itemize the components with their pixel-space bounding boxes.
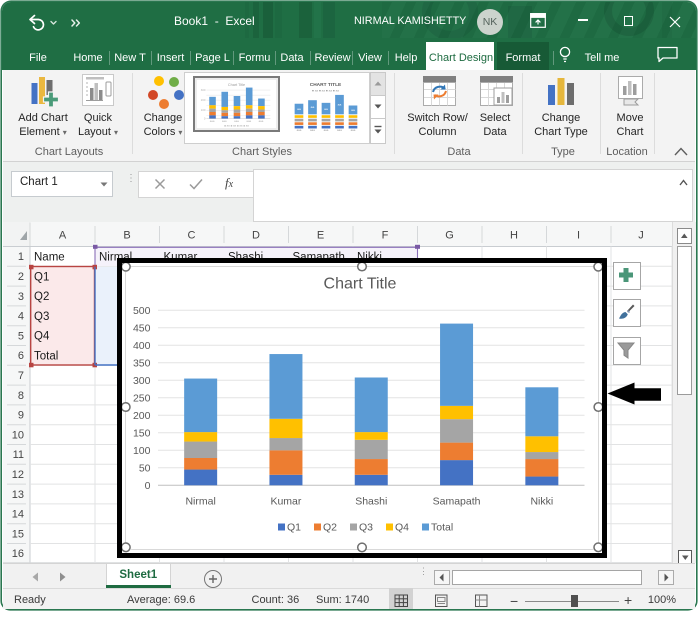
svg-text:6: 6 bbox=[18, 350, 24, 362]
svg-text:1: 1 bbox=[18, 251, 24, 263]
svg-text:200: 200 bbox=[201, 98, 206, 102]
svg-text:A: A bbox=[59, 230, 67, 242]
svg-text:aa: aa bbox=[338, 103, 342, 107]
svg-text:Total: Total bbox=[34, 351, 58, 363]
svg-text:aaa: aaa bbox=[246, 120, 251, 123]
svg-text:G: G bbox=[445, 230, 454, 242]
svg-text:D: D bbox=[252, 230, 260, 242]
svg-text:aa: aa bbox=[297, 107, 301, 111]
svg-text:aa: aa bbox=[351, 108, 355, 112]
svg-text:4: 4 bbox=[18, 311, 24, 323]
svg-text:aaa: aaa bbox=[324, 128, 329, 132]
svg-text:aa: aa bbox=[311, 105, 315, 109]
svg-text:J: J bbox=[638, 230, 644, 242]
svg-text:aaa: aaa bbox=[310, 128, 315, 132]
svg-text:aaa: aaa bbox=[351, 128, 356, 132]
svg-text:Q3: Q3 bbox=[34, 311, 49, 323]
svg-text:5: 5 bbox=[18, 330, 24, 342]
svg-text:aaa: aaa bbox=[234, 120, 239, 123]
svg-text:8: 8 bbox=[18, 390, 24, 402]
svg-text:aaa: aaa bbox=[337, 128, 342, 132]
svg-text:300: 300 bbox=[201, 88, 206, 92]
svg-text:aaa: aaa bbox=[222, 120, 227, 123]
svg-text:CHART TITLE: CHART TITLE bbox=[310, 82, 342, 87]
svg-text:16: 16 bbox=[12, 548, 24, 560]
svg-text:■ aa ■ aa ■ aa ■ aa: ■ aa ■ aa ■ aa ■ aa bbox=[224, 124, 249, 127]
svg-text:3: 3 bbox=[18, 291, 24, 303]
svg-text:13: 13 bbox=[12, 489, 24, 501]
svg-text:Chart Title: Chart Title bbox=[228, 83, 245, 87]
svg-text:C: C bbox=[188, 230, 196, 242]
svg-text:aaa: aaa bbox=[297, 128, 302, 132]
svg-text:E: E bbox=[317, 230, 324, 242]
svg-text:Q1: Q1 bbox=[34, 271, 49, 283]
svg-text:I: I bbox=[577, 230, 580, 242]
svg-text:12: 12 bbox=[12, 469, 24, 481]
svg-text:aa: aa bbox=[324, 107, 328, 111]
svg-text:■ aa ■ aa ■ aa ■ aa: ■ aa ■ aa ■ aa ■ aa bbox=[312, 89, 339, 93]
svg-text:aaa: aaa bbox=[259, 120, 264, 123]
svg-text:0: 0 bbox=[204, 117, 206, 121]
svg-text:aaa: aaa bbox=[210, 120, 215, 123]
svg-text:9: 9 bbox=[18, 410, 24, 422]
svg-text:14: 14 bbox=[12, 509, 24, 521]
svg-text:Q2: Q2 bbox=[34, 291, 49, 303]
svg-text:11: 11 bbox=[13, 449, 24, 461]
svg-text:15: 15 bbox=[12, 528, 24, 540]
svg-text:B: B bbox=[123, 230, 130, 242]
svg-text:10: 10 bbox=[12, 429, 24, 441]
svg-text:Q4: Q4 bbox=[34, 331, 50, 343]
svg-text:2: 2 bbox=[18, 271, 24, 283]
svg-text:H: H bbox=[510, 230, 518, 242]
svg-text:Name: Name bbox=[34, 252, 65, 264]
svg-text:100: 100 bbox=[201, 108, 206, 112]
svg-text:7: 7 bbox=[18, 370, 24, 382]
svg-text:F: F bbox=[382, 230, 389, 242]
